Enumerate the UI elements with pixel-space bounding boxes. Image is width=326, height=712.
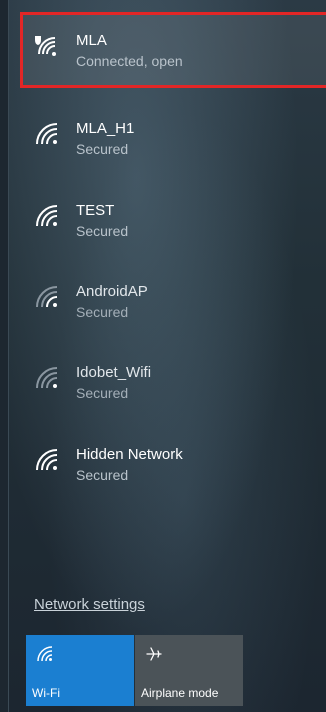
network-item-mla[interactable]: MLA Connected, open [9,12,326,86]
network-status: Secured [76,304,129,320]
wifi-tile-label: Wi-Fi [32,686,60,700]
network-item-mla-h1[interactable]: MLA_H1 Secured [9,100,326,174]
network-name: Idobet_Wifi [76,364,152,381]
network-status: Secured [76,223,129,239]
network-item-androidap[interactable]: AndroidAP Secured [9,263,326,337]
network-name: TEST [76,202,115,219]
wifi-icon [36,123,58,145]
network-status: Secured [76,467,129,483]
network-name: MLA_H1 [76,120,135,137]
network-item-hidden-network[interactable]: Hidden Network Secured [9,426,326,500]
airplane-icon [146,647,162,661]
network-status: Secured [76,141,129,157]
network-name: AndroidAP [76,283,148,300]
wifi-icon [37,646,53,662]
wifi-icon [36,205,58,227]
wifi-toggle-tile[interactable]: Wi-Fi [26,635,134,706]
wifi-open-shield-icon [35,36,56,56]
network-settings-link[interactable]: Network settings [34,596,145,613]
network-flyout: MLA Connected, open MLA_H1 Secured TEST … [8,0,326,712]
network-status: Secured [76,385,129,401]
wifi-icon [36,449,58,471]
network-item-test[interactable]: TEST Secured [9,182,326,256]
network-name: MLA [76,32,107,49]
network-status: Connected, open [76,53,183,69]
wifi-weak-icon [36,367,58,389]
network-item-idobet-wifi[interactable]: Idobet_Wifi Secured [9,344,326,418]
wifi-weak-icon [36,286,58,308]
network-name: Hidden Network [76,446,183,463]
airplane-tile-label: Airplane mode [141,686,219,700]
airplane-mode-tile[interactable]: Airplane mode [135,635,243,706]
